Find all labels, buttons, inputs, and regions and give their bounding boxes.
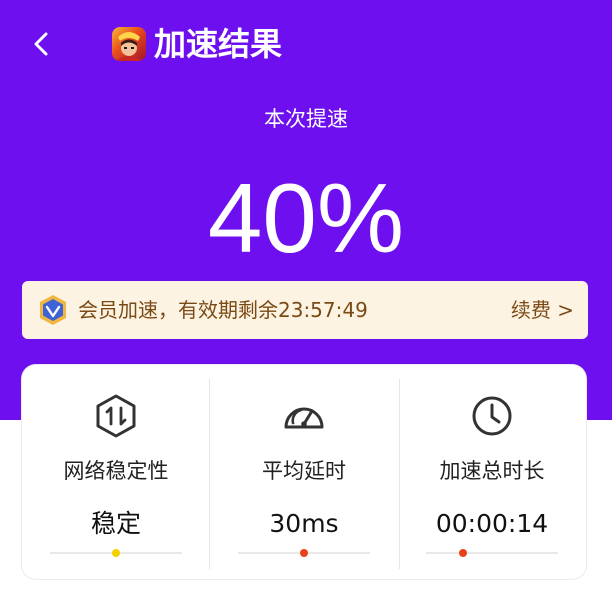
vip-shield-icon: [38, 294, 68, 326]
stat-total-duration: 加速总时长 00:00:14: [398, 365, 586, 579]
stat-value: 30ms: [269, 509, 339, 538]
stat-value: 稳定: [90, 509, 141, 538]
renew-button[interactable]: 续费 >: [511, 295, 574, 325]
speed-up-label: 本次提速: [264, 107, 348, 131]
stats-card: 网络稳定性 稳定 平均延时 30ms 加速总时长 00:00:14: [22, 365, 586, 579]
stat-divider: [399, 379, 400, 569]
speed-up-value: 40%: [207, 163, 405, 273]
stat-label: 加速总时长: [439, 459, 545, 483]
stat-value: 00:00:14: [435, 509, 549, 538]
stat-network-stability: 网络稳定性 稳定: [22, 365, 210, 579]
page-title: 加速结果: [154, 25, 283, 63]
game-app-icon: [112, 27, 146, 61]
stat-indicator-dot: [300, 549, 308, 557]
stat-label: 网络稳定性: [63, 459, 169, 483]
vip-validity-text: 会员加速，有效期剩余23:57:49: [78, 298, 368, 322]
stat-indicator-dot: [112, 549, 120, 557]
result-hero: 加速结果 本次提速 40% 会员加速，有效期剩余23:57:49 续费 >: [0, 0, 612, 420]
stat-divider: [209, 379, 210, 569]
clock-icon: [469, 393, 515, 439]
stat-label: 平均延时: [262, 459, 346, 483]
stat-indicator-track: [238, 549, 370, 557]
back-button[interactable]: [24, 24, 60, 64]
stat-indicator-dot: [458, 549, 467, 557]
chevron-left-icon[interactable]: [24, 24, 60, 64]
signal-stability-icon: [93, 393, 139, 439]
speedometer-icon: [281, 393, 327, 439]
stat-average-latency: 平均延时 30ms: [210, 365, 398, 579]
stat-indicator-track: [426, 549, 558, 557]
stat-indicator-track: [50, 549, 182, 557]
vip-banner[interactable]: 会员加速，有效期剩余23:57:49 续费 >: [22, 281, 588, 339]
